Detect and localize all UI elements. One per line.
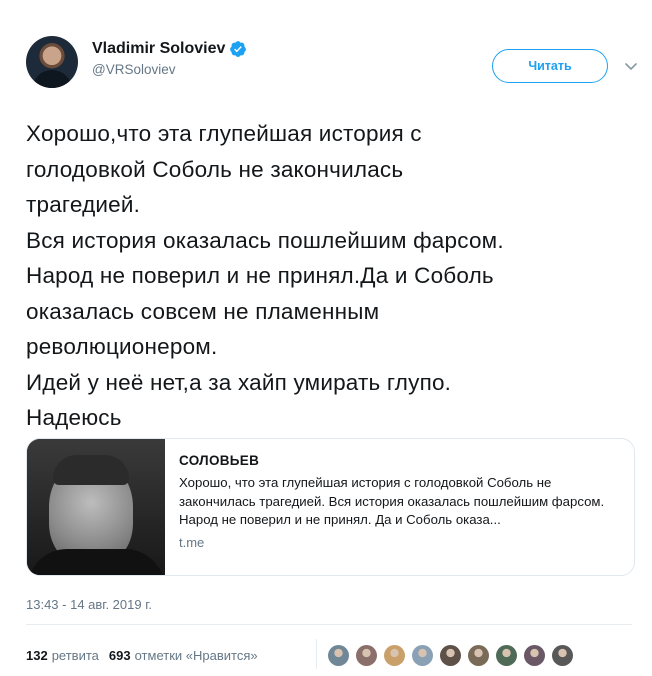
liker-avatar[interactable] (328, 645, 349, 666)
display-name-text[interactable]: Vladimir Soloviev (92, 40, 225, 58)
tweet-text: Хорошо,что эта глупейшая история с голод… (26, 121, 504, 430)
liker-avatar[interactable] (524, 645, 545, 666)
chevron-down-icon[interactable] (623, 58, 639, 74)
likers-avatars (328, 645, 573, 666)
liker-avatar[interactable] (496, 645, 517, 666)
tweet-stats: 132 ретвита 693 отметки «Нравится» (26, 648, 268, 663)
retweets-stat[interactable]: 132 ретвита (26, 648, 109, 663)
card-description: Хорошо, что эта глупейшая история с голо… (179, 475, 605, 527)
liker-avatar[interactable] (384, 645, 405, 666)
card-body: СОЛОВЬЕВ Хорошо, что эта глупейшая истор… (179, 453, 619, 550)
card-domain: t.me (179, 534, 205, 550)
liker-avatar[interactable] (356, 645, 377, 666)
link-card[interactable]: СОЛОВЬЕВ Хорошо, что эта глупейшая истор… (26, 438, 635, 576)
divider (26, 624, 632, 625)
avatar[interactable] (26, 36, 78, 88)
card-image[interactable] (27, 439, 165, 575)
liker-avatar[interactable] (412, 645, 433, 666)
likes-stat[interactable]: 693 отметки «Нравится» (109, 648, 268, 663)
tweet-header: Vladimir Soloviev @VRSoloviev Читать (26, 34, 637, 94)
likes-label: отметки «Нравится» (134, 648, 258, 663)
retweets-count: 132 (26, 648, 48, 663)
retweets-label: ретвита (51, 648, 99, 663)
user-info[interactable]: Vladimir Soloviev @VRSoloviev (92, 40, 247, 77)
display-name[interactable]: Vladimir Soloviev (92, 40, 247, 58)
follow-button[interactable]: Читать (492, 49, 608, 83)
liker-avatar[interactable] (440, 645, 461, 666)
user-handle[interactable]: @VRSoloviev (92, 62, 247, 77)
stats-separator (316, 639, 317, 669)
liker-avatar[interactable] (552, 645, 573, 666)
verified-badge-icon (230, 41, 247, 57)
tweet-timestamp[interactable]: 13:43 - 14 авг. 2019 г. (26, 597, 152, 612)
likes-count: 693 (108, 648, 131, 663)
liker-avatar[interactable] (468, 645, 489, 666)
card-title[interactable]: СОЛОВЬЕВ (179, 453, 619, 468)
